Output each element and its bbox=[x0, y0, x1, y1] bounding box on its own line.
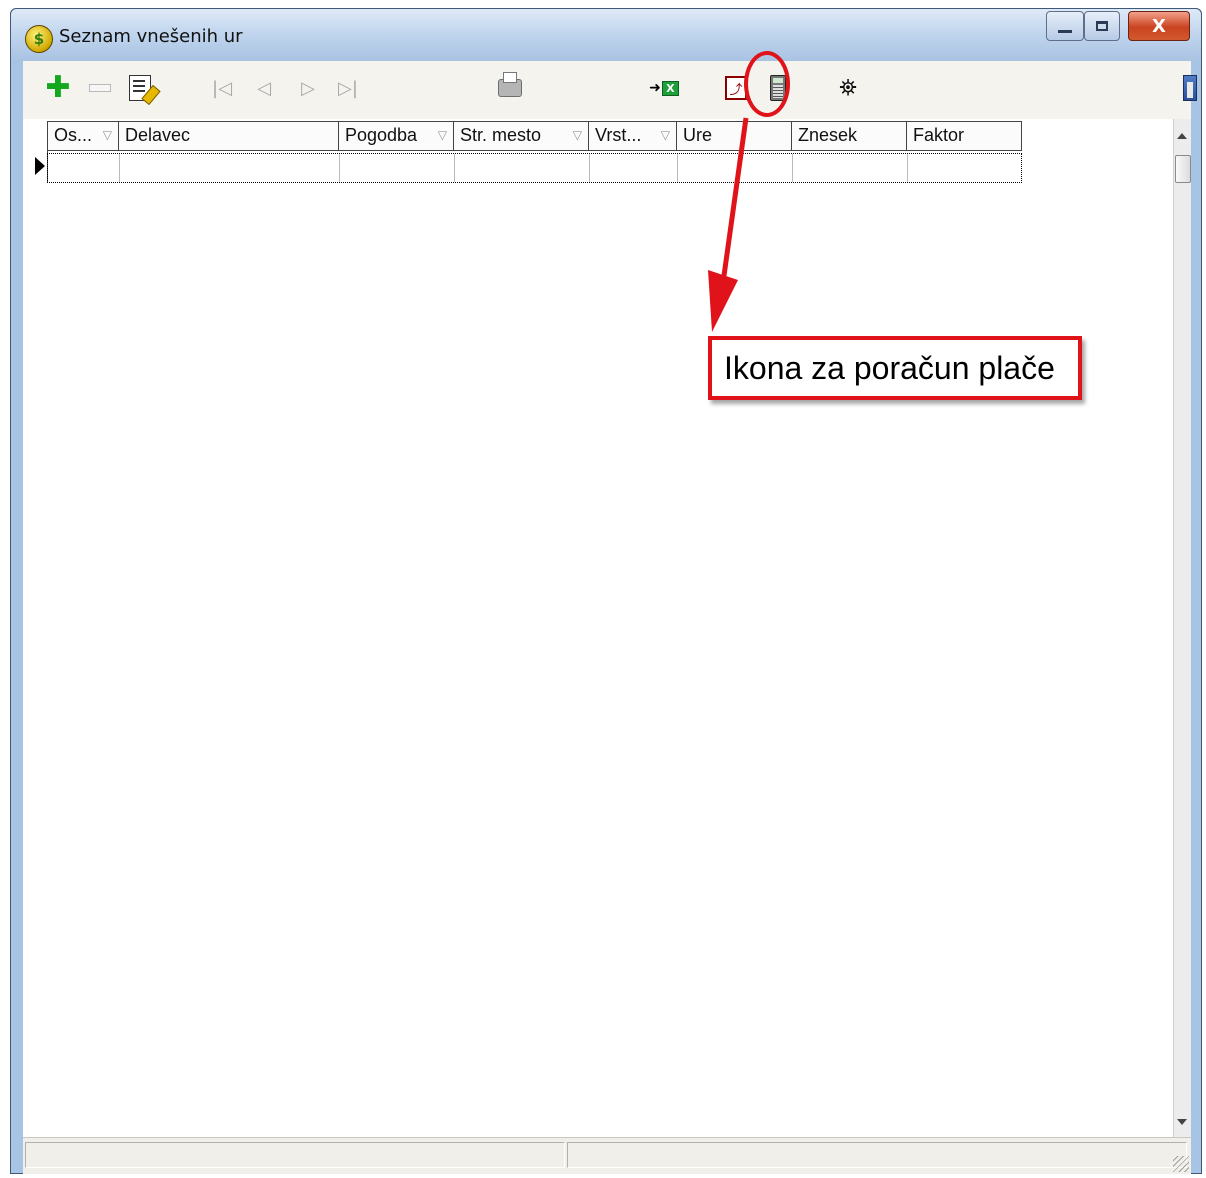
table-row[interactable] bbox=[47, 153, 1022, 183]
column-header-pogodba[interactable]: Pogodba ▽ bbox=[339, 121, 454, 151]
table-cell[interactable] bbox=[340, 154, 455, 182]
minimize-button[interactable] bbox=[1046, 11, 1084, 41]
sort-icon: ▽ bbox=[437, 128, 447, 142]
add-icon: ✚ bbox=[45, 70, 71, 105]
close-icon: X bbox=[1152, 15, 1166, 37]
next-record-button[interactable]: ▷ bbox=[293, 73, 323, 103]
sort-icon: ▽ bbox=[660, 128, 670, 142]
delete-button[interactable] bbox=[85, 73, 115, 103]
table-cell[interactable] bbox=[678, 154, 793, 182]
table-cell[interactable] bbox=[590, 154, 678, 182]
edit-button[interactable] bbox=[125, 73, 155, 103]
resize-grip-icon[interactable] bbox=[1173, 1156, 1189, 1172]
column-header-label: Str. mesto bbox=[460, 125, 542, 145]
table-cell[interactable] bbox=[120, 154, 340, 182]
column-header-faktor[interactable]: Faktor bbox=[907, 121, 1022, 151]
column-header-row: Os... ▽ Delavec Pogodba ▽ Str. mesto ▽ Vrst… bbox=[47, 121, 1022, 151]
status-panel-right bbox=[567, 1142, 1187, 1168]
column-header-label: Znesek bbox=[798, 125, 858, 145]
previous-record-button[interactable]: ◁ bbox=[249, 73, 279, 103]
column-header-label: Pogodba bbox=[345, 125, 418, 145]
add-button[interactable]: ✚ bbox=[43, 73, 73, 103]
binoculars-icon: ⛯ bbox=[839, 75, 857, 101]
exit-button[interactable] bbox=[1175, 73, 1205, 103]
sort-icon: ▽ bbox=[102, 128, 112, 142]
scroll-thumb[interactable] bbox=[1175, 155, 1191, 183]
excel-sheet-icon: X bbox=[661, 80, 679, 96]
excel-export-icon: ➜ X bbox=[649, 80, 679, 96]
client-area: ✚ |◁ ◁ ▷ ▷| ➜ X ⤴ ⛯ Os... ▽ Delavec Pogo… bbox=[23, 61, 1197, 1174]
table-cell[interactable] bbox=[908, 154, 1021, 182]
title-bar[interactable]: $ Seznam vnešenih ur X bbox=[11, 9, 1201, 61]
table-cell[interactable] bbox=[793, 154, 908, 182]
edit-icon bbox=[129, 75, 151, 101]
column-header-str-mesto[interactable]: Str. mesto ▽ bbox=[454, 121, 589, 151]
window-title: Seznam vnešenih ur bbox=[59, 26, 243, 47]
main-window: $ Seznam vnešenih ur X ✚ |◁ ◁ ▷ ▷| ➜ X ⤴… bbox=[10, 8, 1202, 1174]
last-record-icon: ▷| bbox=[338, 77, 358, 99]
previous-record-icon: ◁ bbox=[257, 77, 271, 99]
last-record-button[interactable]: ▷| bbox=[333, 73, 363, 103]
sort-icon: ▽ bbox=[572, 128, 582, 142]
table-cell[interactable] bbox=[48, 154, 120, 182]
scroll-down-icon[interactable] bbox=[1177, 1119, 1187, 1125]
column-header-znesek[interactable]: Znesek bbox=[792, 121, 907, 151]
status-bar bbox=[23, 1137, 1191, 1174]
hours-grid[interactable]: Os... ▽ Delavec Pogodba ▽ Str. mesto ▽ Vrst… bbox=[23, 119, 1173, 1137]
search-button[interactable]: ⛯ bbox=[833, 73, 863, 103]
table-cell[interactable] bbox=[455, 154, 590, 182]
first-record-icon: |◁ bbox=[212, 77, 232, 99]
toolbar: ✚ |◁ ◁ ▷ ▷| ➜ X ⤴ ⛯ bbox=[23, 61, 1197, 120]
column-header-label: Ure bbox=[683, 125, 713, 145]
maximize-button[interactable] bbox=[1084, 11, 1120, 41]
excel-export-button[interactable]: ➜ X bbox=[649, 73, 679, 103]
print-button[interactable] bbox=[495, 72, 525, 103]
money-bag-icon[interactable]: $ bbox=[25, 25, 53, 53]
callout-label: Ikona za poračun plače bbox=[708, 336, 1082, 400]
next-record-icon: ▷ bbox=[301, 77, 315, 99]
column-header-label: Os... bbox=[54, 125, 93, 145]
column-header-os[interactable]: Os... ▽ bbox=[47, 121, 119, 151]
scroll-up-icon[interactable] bbox=[1177, 133, 1187, 139]
delete-icon bbox=[89, 84, 111, 92]
highlight-circle bbox=[744, 51, 790, 117]
column-header-label: Faktor bbox=[913, 125, 965, 145]
vertical-scrollbar[interactable] bbox=[1173, 119, 1191, 1137]
close-button[interactable]: X bbox=[1128, 11, 1190, 41]
column-header-delavec[interactable]: Delavec bbox=[119, 121, 339, 151]
column-header-vrsta[interactable]: Vrst... ▽ bbox=[589, 121, 677, 151]
column-header-label: Delavec bbox=[125, 125, 191, 145]
print-icon bbox=[498, 72, 522, 97]
column-header-ure[interactable]: Ure bbox=[677, 121, 792, 151]
arrow-icon: ➜ bbox=[649, 80, 661, 96]
column-header-label: Vrst... bbox=[595, 125, 642, 145]
minimize-icon bbox=[1058, 29, 1072, 33]
current-row-pointer-icon bbox=[35, 157, 45, 175]
exit-door-icon bbox=[1183, 75, 1197, 101]
first-record-button[interactable]: |◁ bbox=[207, 73, 237, 103]
maximize-icon bbox=[1096, 21, 1108, 31]
status-panel-left bbox=[25, 1142, 565, 1168]
